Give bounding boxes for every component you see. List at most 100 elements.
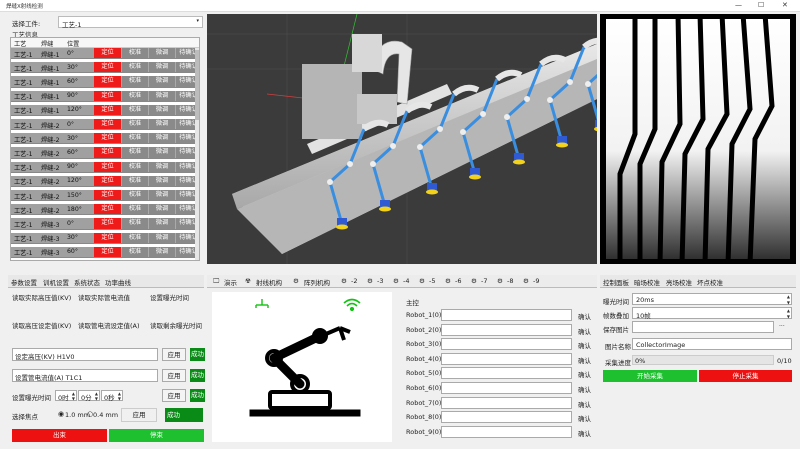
calibrate-button[interactable]: 校准 (121, 190, 148, 201)
beam-on-button[interactable]: 出束 (12, 429, 107, 442)
spin-down-icon[interactable]: ▼ (787, 300, 790, 305)
locate-button[interactable]: 定位 (94, 90, 121, 101)
table-row[interactable]: 工艺-1 焊缝-2 180° 定位 校准 微调 待确认 (11, 204, 199, 216)
robot-confirm-button[interactable]: 确认 (578, 311, 591, 321)
locate-button[interactable]: 定位 (94, 161, 121, 172)
locate-button[interactable]: 定位 (94, 232, 121, 243)
calibrate-button[interactable]: 校准 (121, 90, 148, 101)
finetune-button[interactable]: 微调 (148, 161, 175, 172)
robot-command-input[interactable] (441, 396, 572, 409)
calibrate-button[interactable]: 校准 (121, 218, 148, 229)
robot-confirm-button[interactable]: 确认 (578, 399, 591, 409)
set-current-input[interactable]: 设置管电流值(A) T1C1 (12, 369, 158, 382)
robot-command-input[interactable] (441, 309, 572, 321)
robot-command-input[interactable] (441, 425, 572, 438)
calibrate-button[interactable]: 校准 (121, 232, 148, 243)
locate-button[interactable]: 定位 (94, 246, 121, 257)
calibrate-button[interactable]: 校准 (121, 104, 148, 115)
calibrate-button[interactable]: 校准 (121, 246, 148, 257)
apply-current-button[interactable]: 应用 (162, 369, 186, 382)
finetune-button[interactable]: 微调 (148, 175, 175, 186)
finetune-button[interactable]: 微调 (148, 133, 175, 144)
table-row[interactable]: 工艺-1 焊缝-1 60° 定位 校准 微调 待确认 (11, 76, 199, 88)
finetune-button[interactable]: 微调 (148, 90, 175, 101)
table-row[interactable]: 工艺-1 焊缝-2 150° 定位 校准 微调 待确认 (11, 190, 199, 202)
tab-power-curve[interactable]: 功率曲线 (105, 277, 131, 287)
image-name-input[interactable]: CollectorImage (632, 338, 792, 350)
start-capture-button[interactable]: 开始采集 (603, 370, 697, 382)
locate-button[interactable]: 定位 (94, 218, 121, 229)
locate-button[interactable]: 定位 (94, 119, 121, 130)
apply-focus-button[interactable]: 应用 (121, 408, 157, 422)
exposure-minutes-spin[interactable]: 0分 ▲ ▼ (78, 390, 100, 402)
finetune-button[interactable]: 微调 (148, 218, 175, 229)
robot-command-input[interactable] (441, 352, 572, 365)
locate-button[interactable]: 定位 (94, 48, 121, 59)
locate-button[interactable]: 定位 (94, 190, 121, 201)
spin-down-icon[interactable]: ▼ (72, 396, 75, 401)
exposure-hours-spin[interactable]: 0时 ▲ ▼ (55, 390, 77, 402)
tab-array-mechanism[interactable]: 阵列机构 (304, 277, 330, 287)
locate-button[interactable]: 定位 (94, 147, 121, 158)
table-row[interactable]: 工艺-1 焊缝-2 60° 定位 校准 微调 待确认 (11, 147, 199, 159)
exposure-time-spin[interactable]: 20ms ▲ ▼ (632, 293, 792, 305)
tab-dark-calibration[interactable]: 暗场校准 (634, 277, 660, 287)
apply-exposure-button[interactable]: 应用 (162, 389, 186, 402)
finetune-button[interactable]: 微调 (148, 147, 175, 158)
tab-robot-4[interactable]: -4 (403, 277, 409, 285)
robot-command-input[interactable] (441, 411, 572, 424)
table-row[interactable]: 工艺-1 焊缝-3 0° 定位 校准 微调 待确认 (11, 218, 199, 230)
spin-down-icon[interactable]: ▼ (118, 396, 121, 401)
tab-training[interactable]: 训机设置 (43, 277, 69, 287)
tab-robot-6[interactable]: -6 (455, 277, 461, 285)
tab-demo[interactable]: 演示 (224, 277, 237, 287)
tab-robot-2[interactable]: -2 (351, 277, 357, 285)
browse-button[interactable]: ··· (779, 323, 785, 330)
table-row[interactable]: 工艺-1 焊缝-3 30° 定位 校准 微调 待确认 (11, 232, 199, 244)
locate-button[interactable]: 定位 (94, 62, 121, 73)
locate-button[interactable]: 定位 (94, 133, 121, 144)
spin-up-icon[interactable]: ▲ (787, 308, 790, 313)
table-row[interactable]: 工艺-1 焊缝-1 120° 定位 校准 微调 待确认 (11, 104, 199, 116)
robot-confirm-button[interactable]: 确认 (578, 384, 591, 394)
calibrate-button[interactable]: 校准 (121, 133, 148, 144)
finetune-button[interactable]: 微调 (148, 76, 175, 87)
robot-confirm-button[interactable]: 确认 (578, 369, 591, 379)
tab-robot-5[interactable]: -5 (429, 277, 435, 285)
finetune-button[interactable]: 微调 (148, 104, 175, 115)
locate-button[interactable]: 定位 (94, 76, 121, 87)
tab-ray-mechanism[interactable]: 射线机构 (256, 277, 282, 287)
tab-params[interactable]: 参数设置 (11, 277, 37, 287)
tab-system-status[interactable]: 系统状态 (74, 277, 100, 287)
table-row[interactable]: 工艺-1 焊缝-2 120° 定位 校准 微调 待确认 (11, 175, 199, 187)
locate-button[interactable]: 定位 (94, 204, 121, 215)
robot-command-input[interactable] (441, 367, 572, 380)
table-row[interactable]: 工艺-1 焊缝-2 30° 定位 校准 微调 待确认 (11, 133, 199, 145)
robot-command-input[interactable] (441, 338, 572, 351)
finetune-button[interactable]: 微调 (148, 62, 175, 73)
finetune-button[interactable]: 微调 (148, 246, 175, 257)
calibrate-button[interactable]: 校准 (121, 161, 148, 172)
spin-up-icon[interactable]: ▲ (787, 294, 790, 299)
table-row[interactable]: 工艺-1 焊缝-1 0° 定位 校准 微调 待确认 (11, 48, 199, 60)
spin-down-icon[interactable]: ▼ (787, 314, 790, 319)
finetune-button[interactable]: 微调 (148, 119, 175, 130)
beam-off-button[interactable]: 停束 (109, 429, 204, 442)
tab-robot-3[interactable]: -3 (377, 277, 383, 285)
set-voltage-input[interactable]: 设定高压(KV) H1V0 (12, 348, 158, 361)
robot-confirm-button[interactable]: 确认 (578, 326, 591, 336)
scrollbar-thumb[interactable] (195, 50, 199, 120)
apply-voltage-button[interactable]: 应用 (162, 348, 186, 361)
save-path-input[interactable] (632, 321, 774, 333)
finetune-button[interactable]: 微调 (148, 204, 175, 215)
tab-badpixel-calibration[interactable]: 坏点校准 (697, 277, 723, 287)
stop-capture-button[interactable]: 停止采集 (699, 370, 792, 382)
calibrate-button[interactable]: 校准 (121, 62, 148, 73)
table-row[interactable]: 工艺-1 焊缝-1 90° 定位 校准 微调 待确认 (11, 90, 199, 102)
table-row[interactable]: 工艺-1 焊缝-2 90° 定位 校准 微调 待确认 (11, 161, 199, 173)
robot-command-input[interactable] (441, 323, 572, 336)
tab-robot-8[interactable]: -8 (507, 277, 513, 285)
locate-button[interactable]: 定位 (94, 104, 121, 115)
tab-robot-9[interactable]: -9 (533, 277, 539, 285)
robot-command-input[interactable] (441, 382, 572, 394)
